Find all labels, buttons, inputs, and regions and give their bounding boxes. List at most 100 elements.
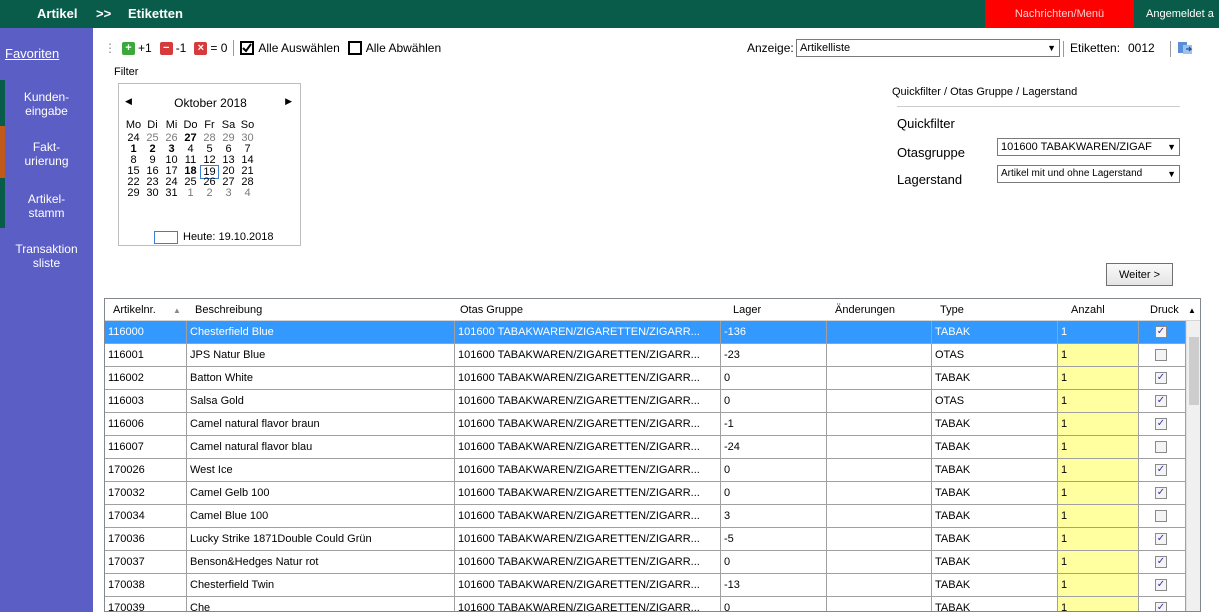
table-scrollbar[interactable]: [1186, 321, 1200, 611]
table-row[interactable]: 116006 Camel natural flavor braun 101600 T…: [105, 413, 1186, 436]
cell-anzahl[interactable]: 1: [1058, 367, 1139, 389]
cell-anzahl[interactable]: 1: [1058, 459, 1139, 481]
deselect-all-label[interactable]: Alle Abwählen: [366, 41, 441, 55]
col-header-anzahl[interactable]: Anzahl: [1071, 304, 1105, 316]
cell-druck[interactable]: ✓: [1139, 459, 1186, 481]
cell-anzahl[interactable]: 1: [1058, 528, 1139, 550]
cell-anzahl[interactable]: 1: [1058, 482, 1139, 504]
cell-anzahl[interactable]: 1: [1058, 574, 1139, 596]
cell-anzahl[interactable]: 1: [1058, 436, 1139, 458]
calendar[interactable]: ◀ Oktober 2018 ▶ Mo Di Mi Do Fr Sa So 24…: [118, 83, 301, 246]
select-all-label[interactable]: Alle Auswählen: [258, 41, 339, 55]
cell-anzahl[interactable]: 1: [1058, 321, 1139, 343]
deselect-all-checkbox[interactable]: [347, 41, 362, 55]
calendar-day[interactable]: 31: [162, 187, 181, 199]
table-row[interactable]: 170039 Che 101600 TABAKWAREN/ZIGARETTEN/ZI…: [105, 597, 1186, 611]
col-header-artikelnr[interactable]: Artikelnr.: [113, 304, 156, 316]
table-row[interactable]: 116000 Chesterfield Blue 101600 TABAKWAREN…: [105, 321, 1186, 344]
sidebar-item-fakturierung[interactable]: Fakt- urierung: [0, 140, 93, 168]
breadcrumb-artikel[interactable]: Artikel: [37, 6, 77, 21]
druck-checkbox[interactable]: ✓: [1155, 487, 1167, 499]
table-row[interactable]: 116001 JPS Natur Blue 101600 TABAKWAREN/ZI…: [105, 344, 1186, 367]
cell-nr: 170034: [105, 505, 187, 527]
clear-icon[interactable]: ×: [194, 41, 208, 55]
refresh-icon[interactable]: [1177, 40, 1193, 56]
nachrichten-menu-button[interactable]: Nachrichten/Menü: [985, 0, 1134, 28]
druck-checkbox[interactable]: ✓: [1155, 602, 1167, 611]
cell-anzahl[interactable]: 1: [1058, 551, 1139, 573]
calendar-day[interactable]: 4: [238, 187, 257, 199]
cell-druck[interactable]: ✓: [1139, 574, 1186, 596]
weiter-button[interactable]: Weiter >: [1106, 263, 1173, 286]
cell-type: TABAK: [932, 505, 1058, 527]
table-row[interactable]: 170036 Lucky Strike 1871Double Could Grün…: [105, 528, 1186, 551]
cell-anzahl[interactable]: 1: [1058, 597, 1139, 611]
cell-druck[interactable]: ✓: [1139, 482, 1186, 504]
select-all-checkbox[interactable]: [240, 41, 255, 55]
druck-checkbox[interactable]: ✓: [1155, 579, 1167, 591]
set-zero-label[interactable]: = 0: [210, 41, 227, 55]
sidebar-item-kundeneingabe[interactable]: Kunden- eingabe: [0, 90, 93, 118]
minus-icon[interactable]: −: [159, 41, 173, 55]
col-header-otas-gruppe[interactable]: Otas Gruppe: [460, 304, 523, 316]
cell-druck[interactable]: ✓: [1139, 597, 1186, 611]
col-header-beschreibung[interactable]: Beschreibung: [195, 304, 262, 316]
cell-anzahl[interactable]: 1: [1058, 505, 1139, 527]
table-row[interactable]: 170026 West Ice 101600 TABAKWAREN/ZIGARETT…: [105, 459, 1186, 482]
scrollbar-thumb[interactable]: [1189, 337, 1199, 405]
druck-checkbox[interactable]: ✓: [1155, 395, 1167, 407]
lagerstand-select[interactable]: Artikel mit und ohne Lagerstand ▼: [997, 165, 1180, 183]
table-row[interactable]: 170038 Chesterfield Twin 101600 TABAKWAREN…: [105, 574, 1186, 597]
druck-checkbox[interactable]: [1155, 441, 1167, 453]
druck-checkbox[interactable]: [1155, 510, 1167, 522]
otasgruppe-select[interactable]: 101600 TABAKWAREN/ZIGAF ▼: [997, 138, 1180, 156]
sidebar-favoriten-link[interactable]: Favoriten: [5, 46, 59, 61]
cell-druck[interactable]: [1139, 505, 1186, 527]
cell-druck[interactable]: ✓: [1139, 528, 1186, 550]
table-row[interactable]: 170032 Camel Gelb 100 101600 TABAKWAREN/ZI…: [105, 482, 1186, 505]
calendar-day[interactable]: 2: [200, 187, 219, 199]
cell-druck[interactable]: ✓: [1139, 551, 1186, 573]
today-label[interactable]: Heute: 19.10.2018: [183, 231, 274, 243]
druck-checkbox[interactable]: ✓: [1155, 372, 1167, 384]
calendar-day[interactable]: 3: [219, 187, 238, 199]
table-row[interactable]: 116002 Batton White 101600 TABAKWAREN/ZIGA…: [105, 367, 1186, 390]
sidebar-item-transaktionsliste[interactable]: Transaktion sliste: [0, 242, 93, 270]
next-month-icon[interactable]: ▶: [285, 96, 292, 107]
calendar-day[interactable]: 29: [124, 187, 143, 199]
plus-icon[interactable]: +: [122, 41, 135, 55]
cell-druck[interactable]: ✓: [1139, 367, 1186, 389]
cell-anzahl[interactable]: 1: [1058, 413, 1139, 435]
cell-druck[interactable]: ✓: [1139, 321, 1186, 343]
cell-anzahl[interactable]: 1: [1058, 344, 1139, 366]
col-header-type[interactable]: Type: [940, 304, 964, 316]
table-row[interactable]: 116003 Salsa Gold 101600 TABAKWAREN/ZIGARE…: [105, 390, 1186, 413]
table-row[interactable]: 116007 Camel natural flavor blau 101600 TA…: [105, 436, 1186, 459]
etiketten-table[interactable]: Artikelnr. ▲ Beschreibung Otas Gruppe La…: [104, 298, 1201, 612]
minus-one-label[interactable]: -1: [176, 41, 187, 55]
calendar-day[interactable]: 30: [143, 187, 162, 199]
druck-checkbox[interactable]: ✓: [1155, 418, 1167, 430]
scroll-up-icon[interactable]: ▲: [1188, 306, 1196, 315]
plus-one-label[interactable]: +1: [138, 41, 152, 55]
col-header-aenderungen[interactable]: Änderungen: [835, 304, 895, 316]
druck-checkbox[interactable]: ✓: [1155, 556, 1167, 568]
calendar-day[interactable]: 1: [181, 187, 200, 199]
druck-checkbox[interactable]: ✓: [1155, 464, 1167, 476]
col-header-druck[interactable]: Druck: [1150, 304, 1179, 316]
cell-druck[interactable]: [1139, 344, 1186, 366]
sidebar-item-artikelstamm[interactable]: Artikel- stamm: [0, 192, 93, 220]
druck-checkbox[interactable]: [1155, 349, 1167, 361]
cell-druck[interactable]: [1139, 436, 1186, 458]
cell-anzahl[interactable]: 1: [1058, 390, 1139, 412]
druck-checkbox[interactable]: ✓: [1155, 326, 1167, 338]
table-row[interactable]: 170037 Benson&Hedges Natur rot 101600 TABA…: [105, 551, 1186, 574]
druck-checkbox[interactable]: ✓: [1155, 533, 1167, 545]
table-row[interactable]: 170034 Camel Blue 100 101600 TABAKWAREN/ZI…: [105, 505, 1186, 528]
cell-druck[interactable]: ✓: [1139, 413, 1186, 435]
cell-druck[interactable]: ✓: [1139, 390, 1186, 412]
calendar-weekdays: Mo Di Mi Do Fr Sa So: [119, 119, 302, 131]
calendar-week: 29 30 31 1 2 3 4: [119, 187, 302, 199]
anzeige-select[interactable]: Artikelliste ▼: [796, 39, 1060, 57]
col-header-lager[interactable]: Lager: [733, 304, 761, 316]
